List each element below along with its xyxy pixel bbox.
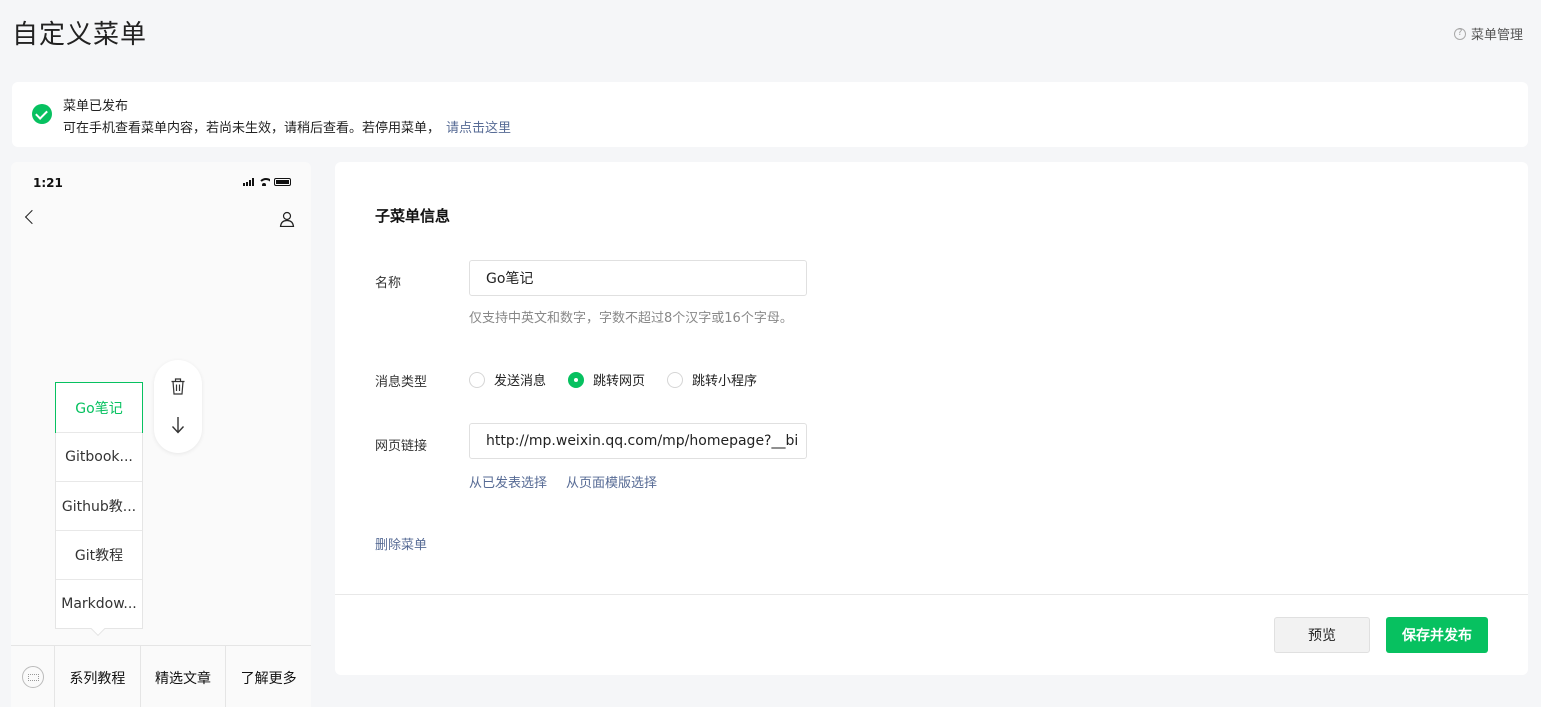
url-label: 网页链接 xyxy=(375,439,428,454)
message-type-group: 发送消息 跳转网页 跳转小程序 xyxy=(469,370,757,389)
publish-notice: 菜单已发布 可在手机查看菜单内容，若尚未生效，请稍后查看。若停用菜单， 请点击这里 xyxy=(12,82,1528,147)
submenu-item[interactable]: Git教程 xyxy=(56,530,142,579)
save-publish-button[interactable]: 保存并发布 xyxy=(1386,617,1488,653)
preview-button[interactable]: 预览 xyxy=(1274,617,1370,653)
wifi-icon xyxy=(258,178,270,186)
radio-dot xyxy=(469,371,485,388)
arrow-down-icon[interactable] xyxy=(171,416,185,434)
radio-dot xyxy=(667,371,684,388)
submenu-list: Go笔记 Gitbook... Github教... Git教程 Markdow… xyxy=(55,382,143,637)
radio-label: 跳转网页 xyxy=(593,374,646,389)
submenu-item[interactable]: Go笔记 xyxy=(55,382,143,433)
menu-management-link[interactable]: ? 菜单管理 xyxy=(1453,24,1523,43)
bottom-menu-item[interactable]: 系列教程 xyxy=(55,645,141,707)
notice-title: 菜单已发布 xyxy=(63,99,129,114)
submenu-item[interactable]: Gitbook... xyxy=(56,432,142,481)
bottom-menu-item[interactable]: 精选文章 xyxy=(141,645,227,707)
battery-icon xyxy=(274,178,291,186)
name-input[interactable]: Go笔记 xyxy=(469,260,807,296)
editor-heading: 子菜单信息 xyxy=(375,207,451,225)
trash-icon[interactable] xyxy=(171,378,185,395)
notice-text: 可在手机查看菜单内容，若尚未生效，请稍后查看。若停用菜单， 请点击这里 xyxy=(63,117,511,136)
menu-management-label: 菜单管理 xyxy=(1470,28,1523,43)
radio-dot xyxy=(568,371,585,388)
url-input[interactable]: http://mp.weixin.qq.com/mp/homepage?__bi xyxy=(469,423,807,459)
phone-preview: 1:21 Go笔记 Gitbook... Github教... Git教程 Ma… xyxy=(11,162,311,707)
name-label: 名称 xyxy=(375,276,402,291)
disable-menu-link[interactable]: 请点击这里 xyxy=(446,121,511,136)
name-hint: 仅支持中英文和数字，字数不超过8个汉字或16个字母。 xyxy=(469,311,793,326)
radio-send-message[interactable]: 发送消息 xyxy=(469,370,546,389)
radio-label: 发送消息 xyxy=(494,374,547,389)
check-circle-icon xyxy=(32,104,52,124)
radio-label: 跳转小程序 xyxy=(692,374,758,389)
delete-menu-link[interactable]: 删除菜单 xyxy=(375,534,427,553)
submenu-item[interactable]: Github教... xyxy=(56,481,142,530)
submenu-editor: 子菜单信息 名称 Go笔记 仅支持中英文和数字，字数不超过8个汉字或16个字母。… xyxy=(335,162,1528,675)
type-label: 消息类型 xyxy=(375,375,428,390)
url-source-links: 从已发表选择 从页面模版选择 xyxy=(469,472,657,491)
phone-time: 1:21 xyxy=(33,176,63,190)
signal-icon xyxy=(243,178,254,186)
phone-status-bar xyxy=(243,178,291,186)
page-title: 自定义菜单 xyxy=(12,20,148,50)
select-template-link[interactable]: 从页面模版选择 xyxy=(566,472,657,491)
help-icon: ? xyxy=(1453,27,1466,40)
submenu-item[interactable]: Markdow... xyxy=(56,579,142,628)
divider xyxy=(335,594,1528,595)
keyboard-icon[interactable] xyxy=(11,645,55,707)
user-icon[interactable] xyxy=(279,211,295,227)
select-published-link[interactable]: 从已发表选择 xyxy=(469,472,547,491)
phone-bottom-menu: 系列教程 精选文章 了解更多 xyxy=(11,645,311,707)
radio-jump-webpage[interactable]: 跳转网页 xyxy=(568,370,645,389)
submenu-tools xyxy=(154,360,202,453)
notice-body: 可在手机查看菜单内容，若尚未生效，请稍后查看。若停用菜单， xyxy=(63,121,441,136)
bottom-menu-item[interactable]: 了解更多 xyxy=(226,646,311,707)
radio-jump-miniprogram[interactable]: 跳转小程序 xyxy=(667,370,757,389)
back-icon[interactable] xyxy=(24,209,40,225)
